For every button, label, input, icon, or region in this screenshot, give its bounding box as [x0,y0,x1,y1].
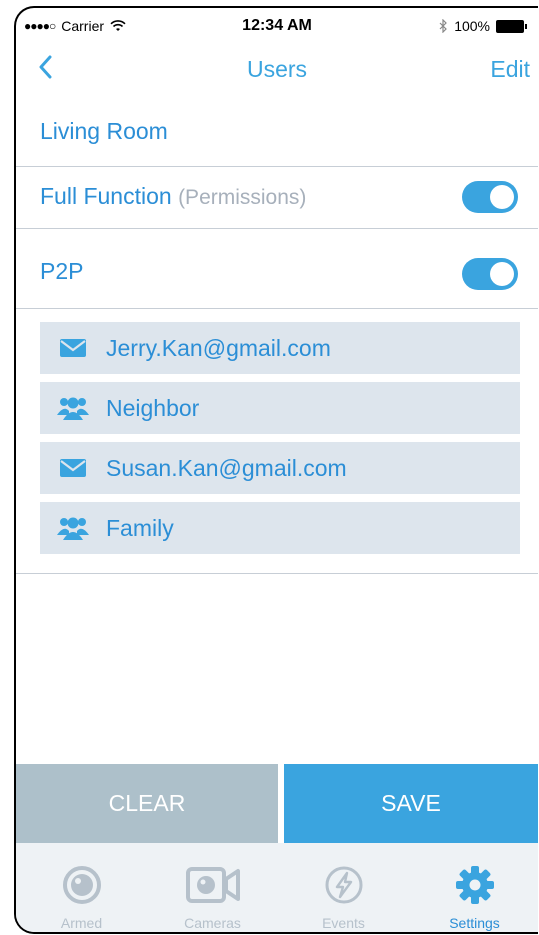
permissions-label: (Permissions) [178,186,307,209]
battery-percent: 100% [454,18,490,34]
full-function-row: Full Function (Permissions) [16,166,538,229]
tab-label: Armed [60,915,103,931]
full-function-toggle[interactable] [462,181,518,213]
tab-bar: Armed Cameras Events Settings [16,843,538,932]
page-title: Users [246,56,308,82]
camera-icon [147,865,278,905]
tab-settings[interactable]: Settings [409,843,538,932]
location-row: Living Room [16,92,538,167]
toggle-knob [490,262,514,286]
battery-icon [496,19,527,33]
list-item-label: Susan.Kan@gmail.com [106,454,347,481]
envelope-icon [56,459,90,477]
toggle-knob [490,185,514,209]
full-function-label: Full Function [40,183,172,209]
group-icon [56,395,90,421]
tab-label: Settings [449,915,500,931]
bluetooth-icon [439,19,448,33]
events-icon [278,865,409,905]
list-item-label: Neighbor [106,394,200,421]
settings-gear-icon [409,865,538,905]
edit-button[interactable]: Edit [490,56,530,83]
armed-icon [16,865,147,905]
list-item-user[interactable]: Susan.Kan@gmail.com [40,442,520,494]
phone-screen: ●●●●○ Carrier 12:34 AM 100% Users Edit L… [14,6,538,934]
tab-label: Cameras [184,915,241,931]
status-bar: ●●●●○ Carrier 12:34 AM 100% [16,8,538,44]
list-item-group[interactable]: Neighbor [40,382,520,434]
list-item-label: Jerry.Kan@gmail.com [106,334,331,361]
full-function-label-group: Full Function (Permissions) [40,183,306,210]
tab-cameras[interactable]: Cameras [147,843,278,932]
user-list: Jerry.Kan@gmail.com Neighbor Susan.Kan@g… [40,322,520,562]
navigation-bar: Users Edit [16,48,538,92]
envelope-icon [56,339,90,357]
location-label: Living Room [40,118,168,144]
list-item-group[interactable]: Family [40,502,520,554]
battery-info: 100% [438,18,527,34]
p2p-toggle[interactable] [462,258,518,290]
p2p-label: P2P [40,258,84,284]
save-button[interactable]: SAVE [284,764,538,843]
list-item-label: Family [106,514,174,541]
tab-events[interactable]: Events [278,843,409,932]
group-icon [56,515,90,541]
p2p-row: P2P [16,228,538,309]
list-item-user[interactable]: Jerry.Kan@gmail.com [40,322,520,374]
tab-armed[interactable]: Armed [16,843,147,932]
list-divider [16,573,538,574]
tab-label: Events [322,915,365,931]
clear-button[interactable]: CLEAR [16,764,278,843]
